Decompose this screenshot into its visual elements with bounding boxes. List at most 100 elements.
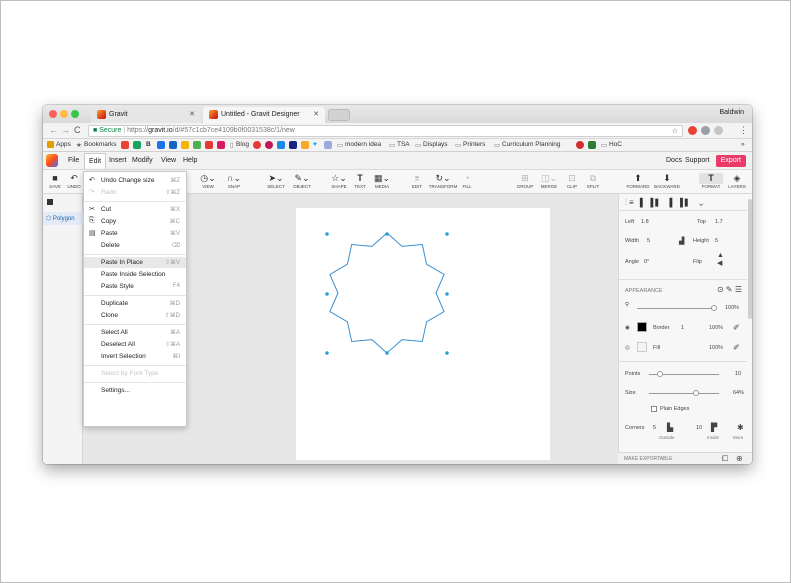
left-value[interactable]: 1.8 xyxy=(641,219,649,225)
new-tab-button[interactable] xyxy=(328,109,350,121)
selection-handle[interactable] xyxy=(325,351,329,355)
menu-edit[interactable]: Edit xyxy=(84,153,107,169)
menu-item-settings[interactable]: Settings... xyxy=(84,385,186,396)
save-button[interactable]: ■ SAVE xyxy=(46,173,64,189)
bookmark-displays[interactable]: Displays xyxy=(423,141,448,148)
fill-color-swatch[interactable] xyxy=(637,342,647,352)
fill-tool[interactable]: ◔ FILL xyxy=(459,173,475,189)
border-color-swatch[interactable] xyxy=(637,322,647,332)
star-icon[interactable]: ☆ xyxy=(672,127,678,135)
bookmark-printers[interactable]: Printers xyxy=(463,141,485,148)
corners-outside-value[interactable]: 5 xyxy=(653,425,656,431)
docs-link[interactable]: Docs xyxy=(666,157,682,164)
menu-item-paste[interactable]: ▤ Paste ⌘V xyxy=(84,228,186,239)
eyedropper-icon[interactable]: ✐ xyxy=(733,343,740,352)
bookmark-icon[interactable] xyxy=(324,141,332,149)
menu-insert[interactable]: Insert xyxy=(109,157,127,164)
menu-item-paste-style[interactable]: Paste Style F4 xyxy=(84,281,186,292)
bookmark-icon[interactable] xyxy=(277,141,285,149)
menu-item-duplicate[interactable]: Duplicate ⌘D xyxy=(84,298,186,309)
menu-file[interactable]: File xyxy=(68,157,79,164)
selection-handle[interactable] xyxy=(385,351,389,355)
width-value[interactable]: 5 xyxy=(647,238,650,244)
forward-button[interactable]: ⬆ FORWARD xyxy=(624,173,652,189)
opacity-knob[interactable] xyxy=(711,305,717,311)
appearance-icons[interactable]: ⊙ ✎ ☰ xyxy=(717,285,742,294)
points-knob[interactable] xyxy=(657,371,663,377)
shape-tool[interactable]: ☆⌄ SHAPE xyxy=(328,173,350,189)
close-tab-icon[interactable]: ✕ xyxy=(189,110,195,118)
menu-item-paste-inside-selection[interactable]: Paste Inside Selection xyxy=(84,269,186,280)
selection-handle[interactable] xyxy=(325,232,329,236)
transform-tool[interactable]: ↻⌄ TRANSFORM xyxy=(428,173,458,189)
menu-item-delete[interactable]: Delete ⌫ xyxy=(84,240,186,251)
menu-item-clone[interactable]: Clone ⇧⌘D xyxy=(84,310,186,321)
bookmark-apps[interactable]: Apps xyxy=(56,141,71,148)
group-button[interactable]: ⊞ GROUP xyxy=(515,173,535,189)
inspector-scrollbar[interactable] xyxy=(748,199,752,319)
select-tool[interactable]: ➤⌄ SELECT xyxy=(265,173,287,189)
view-button[interactable]: ◷⌄ VIEW xyxy=(198,173,218,189)
extension-icon[interactable] xyxy=(701,126,710,135)
selection-handle[interactable] xyxy=(385,232,389,236)
add-export-icon[interactable]: ⊕ xyxy=(736,454,743,463)
bookmark-bookmarks[interactable]: Bookmarks xyxy=(84,141,117,148)
menu-item-undo-change-size[interactable]: ↶ Undo Change size ⌘Z xyxy=(84,175,186,186)
export-slice-icon[interactable]: ⧠ xyxy=(722,454,728,464)
flip-icon[interactable]: ▲ ◀ xyxy=(717,252,724,268)
border-width[interactable]: 1 xyxy=(681,325,684,331)
bookmark-icon[interactable] xyxy=(576,141,584,149)
selection-handle[interactable] xyxy=(445,351,449,355)
selection-handle[interactable] xyxy=(325,292,329,296)
menu-item-cut[interactable]: ✂ Cut ⌘X xyxy=(84,204,186,215)
height-value[interactable]: 5 xyxy=(715,238,718,244)
more-gear-icon[interactable]: ✱ xyxy=(737,423,744,432)
drive-icon[interactable] xyxy=(133,141,141,149)
size-knob[interactable] xyxy=(693,390,699,396)
menu-view[interactable]: View xyxy=(161,157,176,164)
clip-button[interactable]: ⊡ CLIP xyxy=(564,173,580,189)
minimize-window-dot[interactable] xyxy=(60,110,68,118)
menu-help[interactable]: Help xyxy=(183,157,197,164)
bold-b-icon[interactable]: B xyxy=(146,141,151,148)
edit-tool[interactable]: ⌆ EDIT xyxy=(407,173,427,189)
opacity-value[interactable]: 100% xyxy=(725,305,739,311)
points-value[interactable]: 10 xyxy=(735,371,741,377)
corners-inside-value[interactable]: 10 xyxy=(696,425,702,431)
bookmark-icon[interactable] xyxy=(265,141,273,149)
eyedropper-icon[interactable]: ✐ xyxy=(733,323,740,332)
object-tool[interactable]: ✎⌄ OBJECT xyxy=(290,173,314,189)
url-input[interactable]: ■ Secure | https://gravit.io/d/#57c1cb7c… xyxy=(88,125,683,137)
bookmark-curriculum-planning[interactable]: Curriculum Planning xyxy=(502,141,561,148)
bookmark-icon[interactable] xyxy=(588,141,596,149)
forward-icon[interactable]: → xyxy=(61,125,70,135)
snap-button[interactable]: ∩⌄ SNAP xyxy=(223,173,245,189)
tab-gravit-designer[interactable]: Untitled - Gravit Designer ✕ xyxy=(203,107,325,123)
star-polygon-shape[interactable] xyxy=(296,208,550,460)
bookmark-tsa[interactable]: TSA xyxy=(397,141,410,148)
artboard-page[interactable] xyxy=(296,208,550,460)
bookmark-blog[interactable]: Blog xyxy=(236,141,249,148)
extension-icon[interactable] xyxy=(688,126,697,135)
fill-opacity[interactable]: 100% xyxy=(709,345,723,351)
text-tool[interactable]: T TEXT xyxy=(352,173,368,189)
support-link[interactable]: Support xyxy=(685,157,710,164)
menu-item-paste-in-place[interactable]: Paste In Place ⇧⌘V xyxy=(84,257,186,268)
bookmark-modern-idea[interactable]: modern idea xyxy=(345,141,381,148)
menu-item-select-all[interactable]: Select All ⌘A xyxy=(84,327,186,338)
size-value[interactable]: 64% xyxy=(733,390,744,396)
close-tab-icon[interactable]: ✕ xyxy=(313,110,319,118)
eye-icon[interactable]: ◉ xyxy=(625,325,630,331)
format-button[interactable]: T FORMAT xyxy=(699,173,723,189)
plain-edges-checkbox[interactable] xyxy=(651,406,657,412)
back-icon[interactable]: ← xyxy=(49,125,58,135)
maximize-window-dot[interactable] xyxy=(71,110,79,118)
bookmark-icon[interactable] xyxy=(193,141,201,149)
corner-outside-icon[interactable]: ▙ xyxy=(667,423,673,432)
opacity-slider[interactable] xyxy=(637,308,715,309)
bookmark-icon[interactable] xyxy=(289,141,297,149)
bookmark-icon[interactable] xyxy=(181,141,189,149)
layers-button[interactable]: ◈ LAYERS xyxy=(725,173,749,189)
extension-icon[interactable] xyxy=(714,126,723,135)
bookmark-icon[interactable] xyxy=(301,141,309,149)
